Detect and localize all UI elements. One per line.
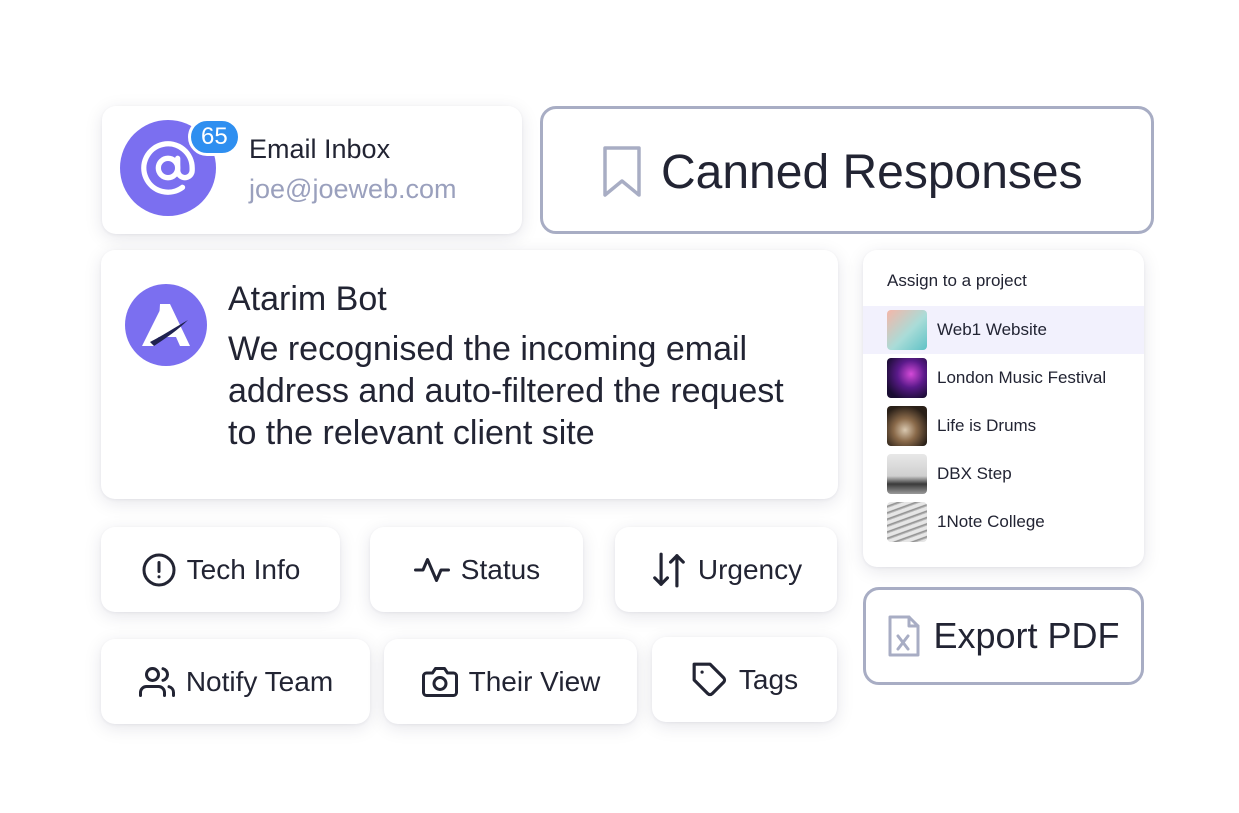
project-list: Web1 Website London Music Festival Life … [863,306,1144,546]
notify-team-label: Notify Team [185,665,334,697]
tags-button[interactable]: Tags [652,637,837,722]
notify-team-button[interactable]: Notify Team [101,639,370,724]
bot-message-text: We recognised the incoming email address… [228,330,784,452]
tech-info-label: Tech Info [186,553,301,585]
bot-avatar [125,284,207,366]
file-excel-icon [888,615,920,657]
email-inbox-card[interactable]: 65 Email Inbox joe@joeweb.com [102,106,522,234]
email-address: joe@joeweb.com [249,174,457,204]
project-item-london-music-festival[interactable]: London Music Festival [863,354,1144,402]
bot-name: Atarim Bot [228,280,387,318]
their-view-button[interactable]: Their View [384,639,637,724]
project-name: DBX Step [937,464,1012,483]
project-name: 1Note College [937,512,1045,531]
project-thumbnail [887,406,927,446]
at-sign-icon [141,141,195,195]
bot-message-card: Atarim Bot We recognised the incoming em… [101,250,838,499]
assign-project-panel: Assign to a project Web1 Website London … [863,250,1144,567]
urgency-label: Urgency [697,553,803,585]
tags-label: Tags [738,663,799,695]
status-label: Status [460,553,541,585]
users-icon [138,666,175,697]
project-item-life-is-drums[interactable]: Life is Drums [863,402,1144,450]
export-pdf-button[interactable]: Export PDF [863,587,1144,685]
project-thumbnail [887,310,927,350]
tech-info-button[interactable]: Tech Info [101,527,340,612]
project-name: Life is Drums [937,416,1037,435]
unread-count-badge: 65 [188,118,241,156]
project-thumbnail [887,502,927,542]
camera-icon [421,666,458,697]
export-pdf-label: Export PDF [933,615,1120,656]
urgency-button[interactable]: Urgency [615,527,837,612]
project-item-web1-website[interactable]: Web1 Website [863,306,1144,354]
project-item-1note-college[interactable]: 1Note College [863,498,1144,546]
sort-arrows-icon [653,552,685,587]
canned-responses-label: Canned Responses [661,146,1083,199]
status-button[interactable]: Status [370,527,583,612]
assign-project-heading: Assign to a project [887,271,1027,290]
email-inbox-title: Email Inbox [249,134,391,164]
tag-icon [692,662,726,696]
project-thumbnail [887,358,927,398]
project-name: Web1 Website [937,320,1047,339]
their-view-label: Their View [468,665,601,697]
atarim-logo-icon [142,304,190,346]
project-name: London Music Festival [937,368,1107,387]
project-thumbnail [887,454,927,494]
alert-circle-icon [142,553,176,586]
canned-responses-button[interactable]: Canned Responses [540,106,1154,234]
project-item-dbx-step[interactable]: DBX Step [863,450,1144,498]
activity-icon [413,557,450,582]
bookmark-icon [603,146,641,197]
